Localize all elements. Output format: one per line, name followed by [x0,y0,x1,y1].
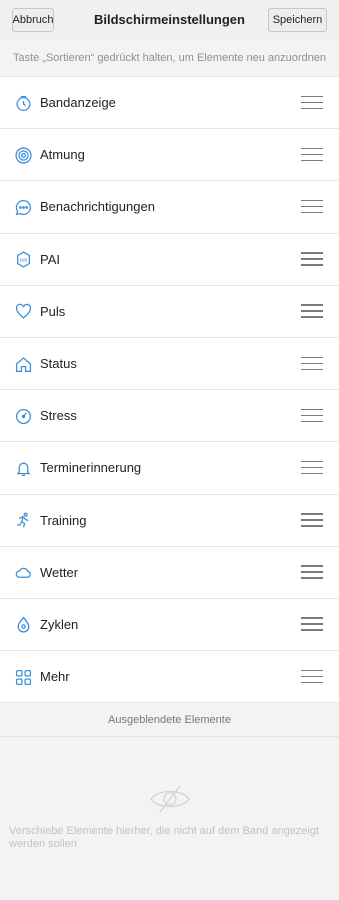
list-item-terminerinnerung[interactable]: Terminerinnerung [0,442,339,495]
hidden-items-drop-zone[interactable] [0,737,339,900]
list-item-label: PAI [40,251,60,267]
svg-text:pai: pai [20,258,27,264]
heart-icon [15,303,32,320]
drag-handle-icon[interactable] [301,616,323,632]
list-item-label: Puls [40,303,66,319]
grid-icon [15,669,32,686]
drag-handle-icon[interactable] [301,95,323,111]
list-item-label: Atmung [40,147,85,163]
list-item-label: Mehr [40,669,70,685]
list-item-pai[interactable]: pai PAI [0,233,339,286]
list-item-atmung[interactable]: Atmung [0,129,339,182]
drag-handle-icon[interactable] [301,356,323,372]
drag-handle-icon[interactable] [301,512,323,528]
eye-hidden-icon [150,785,190,813]
list-item-bandanzeige[interactable]: Bandanzeige [0,77,339,130]
hidden-items-empty-text: Verschiebe Elemente hierher, die nicht a… [9,825,320,850]
list-item-label: Status [40,356,77,372]
save-button[interactable]: Speichern [268,8,327,32]
drag-handle-icon[interactable] [301,564,323,580]
breathing-icon [15,147,32,164]
drag-handle-icon[interactable] [301,251,323,267]
list-item-zyklen[interactable]: Zyklen [0,598,339,652]
list-item-status[interactable]: Status [0,337,339,391]
list-item-mehr[interactable]: Mehr [0,651,339,704]
list-item-label: Bandanzeige [40,95,116,111]
cycle-icon [15,616,32,633]
stress-icon [15,408,32,425]
list-item-label: Training [40,512,87,528]
list-item-label: Zyklen [40,616,79,632]
list-item-label: Wetter [40,564,79,580]
running-icon [15,512,32,529]
visible-items-list: Bandanzeige Atmung Benachrichtigungen pa… [0,76,339,704]
list-item-label: Benachrichtigungen [40,199,155,215]
list-item-stress[interactable]: Stress [0,390,339,443]
sort-hint: Taste „Sortieren“ gedrückt halten, um El… [0,40,339,76]
list-item-benachrichtigungen[interactable]: Benachrichtigungen [0,181,339,234]
drag-handle-icon[interactable] [301,199,323,215]
home-icon [15,356,32,373]
hidden-items-heading: Ausgeblendete Elemente [0,703,339,737]
list-item-wetter[interactable]: Wetter [0,546,339,599]
drag-handle-icon[interactable] [301,303,323,319]
band-display-icon [15,95,32,112]
drag-handle-icon[interactable] [301,147,323,163]
notifications-icon [15,199,32,216]
drag-handle-icon[interactable] [301,460,323,476]
header-bar: Abbruch Bildschirmeinstellungen Speicher… [0,0,339,40]
pai-icon: pai [15,251,32,268]
list-item-training[interactable]: Training [0,494,339,547]
bell-icon [15,460,32,477]
drag-handle-icon[interactable] [301,408,323,424]
drag-handle-icon[interactable] [301,669,323,685]
list-item-label: Stress [40,408,77,424]
cloud-icon [15,564,32,581]
list-item-label: Terminerinnerung [40,460,142,476]
list-item-puls[interactable]: Puls [0,285,339,338]
